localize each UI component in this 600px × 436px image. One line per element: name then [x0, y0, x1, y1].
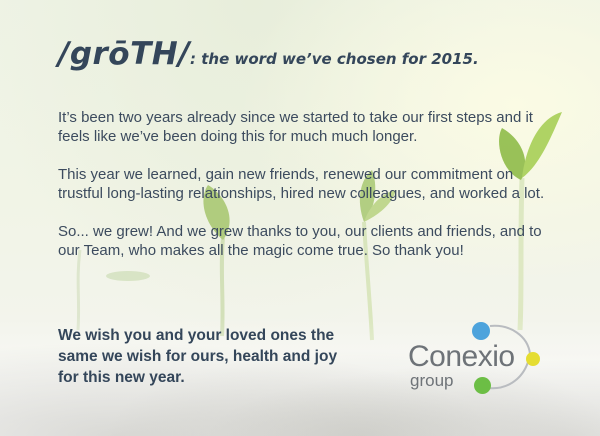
wish-message: We wish you and your loved ones the same… — [58, 327, 338, 386]
page-title: /grōTH/: the word we’ve chosen for 2015. — [58, 34, 578, 72]
paragraph-1: It’s been two years already since we sta… — [58, 109, 533, 145]
title-tagline: : the word we’ve chosen for 2015. — [190, 50, 479, 68]
greeting-card: /grōTH/: the word we’ve chosen for 2015.… — [0, 0, 600, 436]
logo-yellow-dot — [526, 352, 540, 366]
message-body: It’s been two years already since we sta… — [58, 108, 558, 279]
logo-green-dot — [474, 377, 491, 394]
paragraph-2: This year we learned, gain new friends, … — [58, 166, 545, 202]
title-word: /grōTH/ — [58, 36, 191, 72]
logo-subtitle: group — [410, 371, 454, 390]
paragraph-3: So... we grew! And we grew thanks to you… — [58, 223, 542, 259]
logo-name: Conexio — [408, 340, 515, 373]
logo-blue-dot — [472, 322, 490, 340]
conexio-logo: Conexio group — [400, 318, 550, 398]
